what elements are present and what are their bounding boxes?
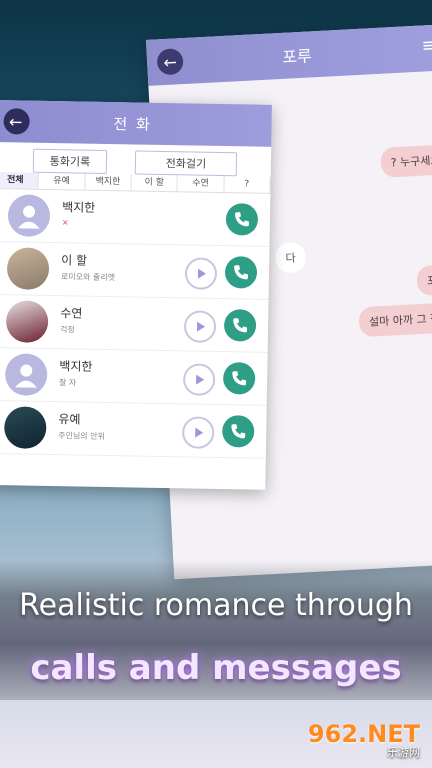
chat-bubble: ? 누구세요	[379, 144, 432, 178]
contact-name: 유예	[58, 412, 81, 427]
watermark-logo: 962.NET 乐游网	[300, 720, 420, 759]
contact-last-call: 로미오와 줄리엣	[60, 272, 116, 283]
promo-subheadline: calls and messages	[30, 648, 402, 688]
call-title: 전 화	[113, 114, 152, 134]
avatar	[4, 353, 48, 396]
chat-title: 포루	[281, 46, 313, 67]
contact-last-call: 주인님의 안위	[58, 431, 105, 441]
play-icon[interactable]	[181, 416, 215, 449]
back-arrow-icon[interactable]: ←	[156, 48, 184, 76]
tab-call-history[interactable]: 통화기록	[32, 148, 108, 174]
watermark-subtext: 乐游网	[387, 746, 420, 759]
filter-unknown[interactable]: ?	[224, 176, 271, 193]
chat-bubble: 설마 아까 그 작은녀석	[358, 300, 432, 338]
tabs-bar: 통화기록 전화걸기 전체 유예 백지한 이 할 수연 ?	[0, 141, 272, 194]
avatar	[6, 247, 50, 290]
call-button[interactable]	[225, 203, 259, 236]
contact-name: 수연	[60, 306, 83, 321]
back-arrow-icon[interactable]: ←	[3, 108, 30, 135]
filter-baekjihan[interactable]: 백지한	[85, 173, 132, 191]
contact-name: 백지한	[59, 359, 93, 374]
chat-bubble: 포루	[416, 264, 432, 297]
promo-headline: Realistic romance through	[19, 588, 413, 623]
filter-all[interactable]: 전체	[0, 171, 40, 189]
contact-row[interactable]: 백지한 잘 자	[0, 347, 268, 406]
call-panel: ← 전 화 통화기록 전화걸기 전체 유예 백지한 이 할 수연 ? 백지한 ✕…	[0, 100, 272, 490]
call-button[interactable]	[223, 309, 257, 342]
play-icon[interactable]	[183, 310, 217, 343]
contact-last-call: 잘 자	[58, 378, 77, 388]
filter-suyeon[interactable]: 수연	[177, 175, 225, 193]
contact-name: 백지한	[62, 200, 96, 215]
chat-header: ← 포루 ≡	[146, 24, 432, 86]
play-icon[interactable]	[182, 363, 216, 396]
play-icon[interactable]	[184, 257, 218, 290]
contact-last-call: 걱정	[59, 325, 75, 335]
contact-row[interactable]: 수연 걱정	[0, 294, 269, 353]
menu-icon[interactable]: ≡	[421, 35, 432, 57]
contact-row[interactable]: 유예 주인님의 안위	[0, 400, 267, 459]
filter-yuye[interactable]: 유예	[38, 172, 86, 190]
avatar	[3, 406, 47, 449]
chat-bubble: 다	[274, 241, 307, 274]
contact-row[interactable]: 백지한 ✕	[0, 188, 271, 247]
call-button[interactable]	[221, 415, 255, 448]
missed-call-icon: ✕	[61, 218, 69, 228]
contact-name: 이 할	[61, 253, 88, 268]
filter-ihal[interactable]: 이 할	[131, 174, 179, 192]
tab-dial[interactable]: 전화걸기	[134, 150, 238, 177]
call-header: ← 전 화	[0, 100, 272, 147]
contact-row[interactable]: 이 할 로미오와 줄리엣	[0, 241, 270, 300]
call-button[interactable]	[224, 256, 258, 289]
avatar	[5, 300, 49, 343]
avatar	[7, 194, 51, 237]
call-button[interactable]	[222, 362, 256, 395]
